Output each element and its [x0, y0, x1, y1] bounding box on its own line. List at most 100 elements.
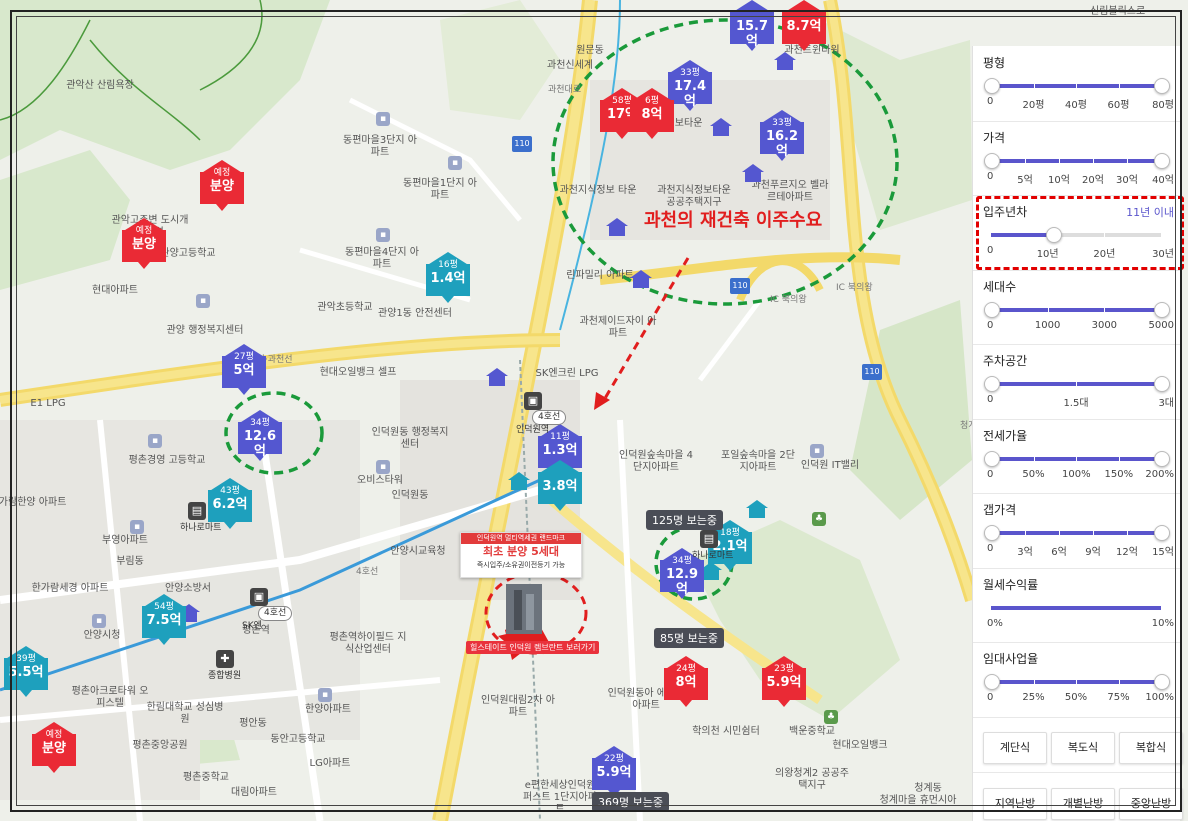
- slider-tick: [1033, 82, 1035, 90]
- building-icon: ▪: [130, 520, 144, 534]
- route-shield-icon: 110: [512, 136, 532, 152]
- marker-size: 16평: [438, 260, 458, 270]
- slider-tick-label: 100%: [1062, 468, 1091, 480]
- apartment-small-icon[interactable]: [508, 472, 530, 490]
- place-label: 동안고등학교: [270, 734, 326, 745]
- marker-tip: [680, 700, 692, 707]
- apartment-small-icon[interactable]: [774, 52, 796, 70]
- filter-panel: 평형 0 20평 40평 60평 80평 가격 0 5억 10억 20억 30억 40억 입주년차 11년 …: [972, 46, 1183, 821]
- slider-tick: [1127, 156, 1128, 165]
- place-label: 청계마을 휴먼시아: [879, 795, 957, 806]
- apartment-small-icon[interactable]: [742, 164, 764, 182]
- place-label: 관악초등학교: [317, 302, 373, 313]
- slider-tick-label: 5억: [1017, 174, 1033, 186]
- marker-price: 1.3억: [542, 443, 578, 458]
- building-icon: ▪: [196, 294, 210, 308]
- place-label: 동편마을1단지 아파트: [403, 178, 477, 201]
- slider-tick: [1047, 305, 1049, 314]
- apartment-small-icon[interactable]: [710, 118, 732, 136]
- structure-button[interactable]: 복합식: [1119, 731, 1183, 764]
- slider-handle-max[interactable]: [1154, 376, 1170, 392]
- slider-tick: [1059, 529, 1060, 537]
- filter-section: 평형 0 20평 40평 60평 80평: [973, 46, 1180, 122]
- marker-price: 17.4억: [673, 79, 707, 109]
- slider-tick-label: 75%: [1107, 692, 1130, 703]
- panel-divider: [973, 771, 1180, 773]
- slider-handle[interactable]: [984, 152, 1000, 169]
- viewer-count-badge[interactable]: 85명 보는중: [654, 628, 724, 648]
- marker-tip: [20, 690, 32, 697]
- building-icon: ▪: [148, 434, 162, 448]
- slider-handle[interactable]: [984, 450, 1000, 467]
- hospital-icon[interactable]: ✚: [216, 650, 234, 668]
- heating-button[interactable]: 중앙난방: [1119, 787, 1183, 820]
- slider-handle[interactable]: [984, 301, 1000, 318]
- promo-title: 인덕원역 멀티역세권 랜드마크: [461, 533, 581, 544]
- slider-handle-max[interactable]: [1154, 301, 1170, 318]
- slider-tick-label: 6억: [1051, 547, 1067, 558]
- slider-tick-label: 50%: [1022, 468, 1045, 480]
- slider-handle[interactable]: [984, 674, 1000, 690]
- subway-icon[interactable]: ▣: [524, 392, 542, 410]
- slider-handle[interactable]: [984, 525, 1000, 541]
- slider-handle-max[interactable]: [1154, 525, 1170, 541]
- slider-handle-max[interactable]: [1154, 674, 1170, 690]
- marker-tip: [216, 204, 228, 211]
- slider-tick-label: 30억: [1116, 174, 1138, 186]
- filter-section: 임대사업율 0 25% 50% 75% 100%: [973, 642, 1180, 718]
- year-filter-highlight: [976, 196, 1184, 270]
- marker-tip: [158, 638, 170, 645]
- cart-icon[interactable]: ▤: [188, 502, 206, 520]
- marker-price: 8억: [675, 675, 697, 690]
- marker-price: 분양: [210, 179, 234, 194]
- marker-price: 15.7억: [735, 19, 769, 49]
- place-label: 현대아파트: [92, 285, 138, 296]
- apartment-small-icon[interactable]: [606, 218, 628, 236]
- slider-handle-max[interactable]: [1154, 450, 1170, 467]
- structure-button[interactable]: 복도식: [1051, 731, 1115, 764]
- marker-size: 6평: [644, 96, 659, 106]
- apartment-small-icon[interactable]: [746, 500, 768, 518]
- station-name: 하나로마트: [692, 551, 734, 561]
- slider-tick: [1118, 678, 1120, 686]
- marker-size: 23평: [774, 664, 794, 674]
- marker-tip: [778, 700, 790, 707]
- viewer-count-badge[interactable]: 369명 보는중: [592, 792, 669, 812]
- place-label: 인덕원동 행정복지센터: [371, 427, 449, 450]
- place-label: 현대오일뱅크 셀프: [319, 367, 397, 378]
- place-label: 포일숲속마을 2단지아파트: [721, 450, 795, 473]
- promo-card[interactable]: 인덕원역 멀티역세권 랜드마크 최초 분양 5세대 즉시입주/소유권이전등기 가…: [460, 532, 582, 578]
- apartment-small-icon[interactable]: [630, 270, 652, 288]
- heating-button[interactable]: 지역난방: [983, 787, 1047, 820]
- slider-tick: [1025, 529, 1026, 537]
- marker-size: 54평: [154, 602, 174, 612]
- structure-button[interactable]: 계단식: [983, 731, 1047, 764]
- slider-tick-label: 25%: [1022, 692, 1045, 703]
- cart-icon[interactable]: ▤: [700, 530, 718, 548]
- marker-price: 8억: [641, 107, 663, 122]
- filter-section: 전세가율 0 50% 100% 150% 200%: [973, 419, 1180, 494]
- slider-handle-max[interactable]: [1154, 152, 1170, 169]
- subway-icon[interactable]: ▣: [250, 588, 268, 606]
- slider-tick-label: 40억: [1152, 174, 1174, 186]
- building-icon: ▪: [92, 614, 106, 628]
- promo-link-tag[interactable]: 힐스테이트 인덕원 렘브란트 보러가기: [466, 641, 600, 654]
- slider-tick-label: 0: [987, 394, 994, 405]
- slider-tick-label: 3억: [1017, 547, 1033, 558]
- filter-section: 월세수익률 0% 10%: [973, 568, 1180, 643]
- marker-price: 8.7억: [786, 19, 822, 34]
- heating-button[interactable]: 개별난방: [1051, 787, 1115, 820]
- slider-tick-label: 200%: [1145, 468, 1174, 480]
- marker-tip: [554, 504, 566, 511]
- slider-handle[interactable]: [984, 376, 1000, 392]
- slider-handle-max[interactable]: [1154, 78, 1170, 94]
- viewer-count-badge[interactable]: 125명 보는중: [646, 510, 723, 530]
- apartment-small-icon[interactable]: [486, 368, 508, 386]
- slider-fill: [991, 307, 1161, 312]
- marker-tip: [442, 296, 454, 303]
- marker-size: 24평: [676, 664, 696, 674]
- marker-size: 예정: [213, 168, 231, 178]
- filter-title: 평형: [983, 56, 1006, 70]
- slider-handle[interactable]: [984, 78, 1000, 94]
- slider-fill: [991, 605, 1161, 610]
